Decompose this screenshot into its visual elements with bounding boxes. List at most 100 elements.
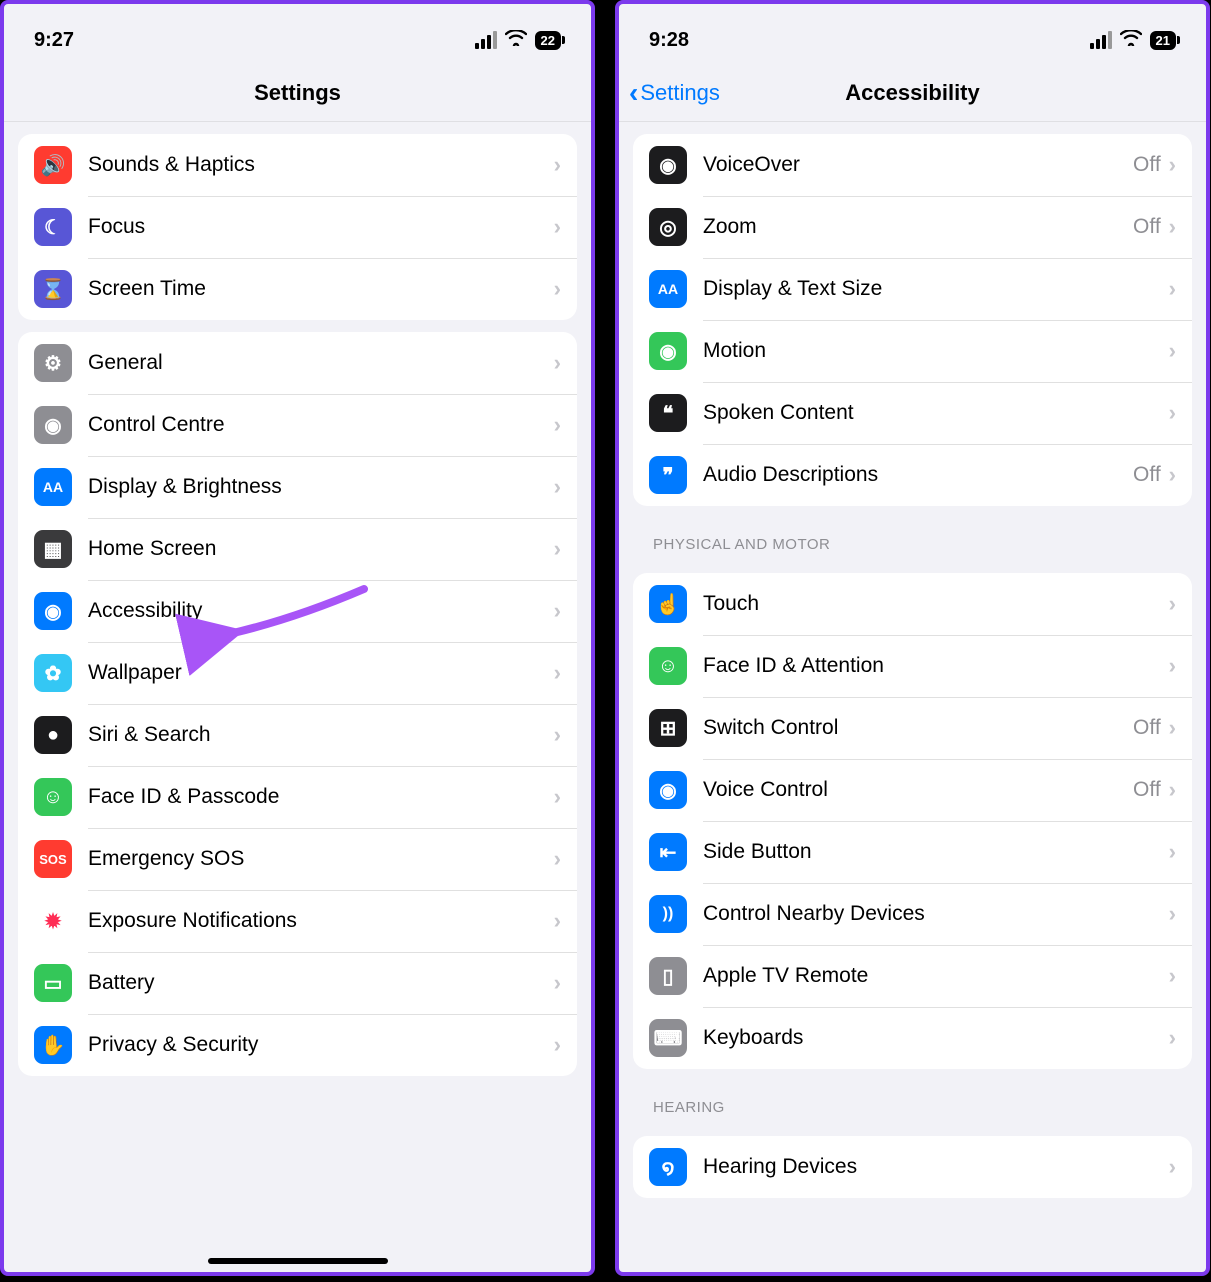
settings-row-home-screen[interactable]: ▦Home Screen›: [18, 518, 577, 580]
chevron-left-icon: ‹: [629, 79, 638, 107]
chevron-right-icon: ›: [554, 598, 561, 624]
siri-search-icon: ●: [34, 716, 72, 754]
row-label: Display & Brightness: [88, 475, 554, 499]
settings-row-screen-time[interactable]: ⌛ Screen Time›: [18, 258, 577, 320]
privacy-security-icon: ✋: [34, 1026, 72, 1064]
settings-row-general[interactable]: ⚙General›: [18, 332, 577, 394]
settings-row-switch-control[interactable]: ⊞Switch ControlOff›: [633, 697, 1192, 759]
settings-row-audio-descriptions[interactable]: ❞Audio DescriptionsOff›: [633, 444, 1192, 506]
touch-icon: ☝: [649, 585, 687, 623]
row-value: Off: [1133, 463, 1161, 487]
chevron-right-icon: ›: [554, 660, 561, 686]
accessibility-icon: ◉: [34, 592, 72, 630]
settings-row-control-nearby-devices[interactable]: ))Control Nearby Devices›: [633, 883, 1192, 945]
settings-row-emergency-sos[interactable]: SOSEmergency SOS›: [18, 828, 577, 890]
settings-row-zoom[interactable]: ◎ZoomOff›: [633, 196, 1192, 258]
settings-row-wallpaper[interactable]: ✿Wallpaper›: [18, 642, 577, 704]
chevron-right-icon: ›: [1169, 400, 1176, 426]
status-time: 9:28: [649, 29, 689, 52]
chevron-right-icon: ›: [1169, 214, 1176, 240]
row-label: Accessibility: [88, 599, 554, 623]
screen-time-icon: ⌛: [34, 270, 72, 308]
section-header: PHYSICAL AND MOTOR: [619, 518, 1206, 561]
voice-control-icon: ◉: [649, 771, 687, 809]
settings-row-accessibility[interactable]: ◉ Accessibility›: [18, 580, 577, 642]
row-label: Motion: [703, 339, 1169, 363]
row-value: Off: [1133, 153, 1161, 177]
settings-row-focus[interactable]: ☾Focus›: [18, 196, 577, 258]
row-label: Side Button: [703, 840, 1169, 864]
voiceover-icon: ◉: [649, 146, 687, 184]
audio-descriptions-icon: ❞: [649, 456, 687, 494]
row-label: General: [88, 351, 554, 375]
row-label: Spoken Content: [703, 401, 1169, 425]
apple-tv-remote-icon: ▯: [649, 957, 687, 995]
row-label: Touch: [703, 592, 1169, 616]
row-value: Off: [1133, 778, 1161, 802]
settings-group: 🔊Sounds & Haptics›☾Focus›⌛Screen Time›: [18, 134, 577, 320]
chevron-right-icon: ›: [554, 1032, 561, 1058]
face-id-attention-icon: ☺: [649, 647, 687, 685]
cellular-icon: [475, 31, 497, 49]
chevron-right-icon: ›: [1169, 591, 1176, 617]
settings-row-spoken-content[interactable]: ❝Spoken Content›: [633, 382, 1192, 444]
face-id-passcode-icon: ☺: [34, 778, 72, 816]
settings-row-sounds-haptics[interactable]: 🔊Sounds & Haptics›: [18, 134, 577, 196]
settings-row-face-id-attention[interactable]: ☺Face ID & Attention›: [633, 635, 1192, 697]
settings-row-face-id-passcode[interactable]: ☺Face ID & Passcode›: [18, 766, 577, 828]
wifi-icon: [505, 29, 527, 52]
chevron-right-icon: ›: [1169, 839, 1176, 865]
settings-row-display-text-size[interactable]: AADisplay & Text Size›: [633, 258, 1192, 320]
settings-row-voiceover[interactable]: ◉VoiceOverOff›: [633, 134, 1192, 196]
settings-group: ☝Touch›☺Face ID & Attention›⊞Switch Cont…: [633, 573, 1192, 1069]
chevron-right-icon: ›: [1169, 653, 1176, 679]
zoom-icon: ◎: [649, 208, 687, 246]
wifi-icon: [1120, 29, 1142, 52]
settings-row-touch[interactable]: ☝ Touch›: [633, 573, 1192, 635]
hearing-devices-icon: ໑: [649, 1148, 687, 1186]
settings-row-side-button[interactable]: ⇤Side Button›: [633, 821, 1192, 883]
chevron-right-icon: ›: [554, 276, 561, 302]
settings-row-voice-control[interactable]: ◉Voice ControlOff›: [633, 759, 1192, 821]
settings-row-apple-tv-remote[interactable]: ▯Apple TV Remote›: [633, 945, 1192, 1007]
row-label: Sounds & Haptics: [88, 153, 554, 177]
page-title: Accessibility: [845, 80, 980, 106]
chevron-right-icon: ›: [554, 970, 561, 996]
control-centre-icon: ◉: [34, 406, 72, 444]
chevron-right-icon: ›: [554, 412, 561, 438]
settings-row-motion[interactable]: ◉Motion›: [633, 320, 1192, 382]
nav-bar: Settings: [4, 64, 591, 122]
settings-row-battery[interactable]: ▭Battery›: [18, 952, 577, 1014]
settings-row-exposure-notifications[interactable]: ✹Exposure Notifications›: [18, 890, 577, 952]
row-label: Screen Time: [88, 277, 554, 301]
chevron-right-icon: ›: [1169, 338, 1176, 364]
section-header: HEARING: [619, 1081, 1206, 1124]
status-bar: 9:27 22: [4, 4, 591, 64]
display-brightness-icon: AA: [34, 468, 72, 506]
row-label: Privacy & Security: [88, 1033, 554, 1057]
keyboards-icon: ⌨: [649, 1019, 687, 1057]
back-label: Settings: [640, 80, 720, 106]
settings-row-control-centre[interactable]: ◉Control Centre›: [18, 394, 577, 456]
chevron-right-icon: ›: [554, 784, 561, 810]
page-title: Settings: [254, 80, 341, 106]
battery-icon: ▭: [34, 964, 72, 1002]
settings-row-privacy-security[interactable]: ✋ Privacy & Security›: [18, 1014, 577, 1076]
row-value: Off: [1133, 716, 1161, 740]
status-time: 9:27: [34, 29, 74, 52]
chevron-right-icon: ›: [1169, 901, 1176, 927]
settings-row-display-brightness[interactable]: AADisplay & Brightness›: [18, 456, 577, 518]
chevron-right-icon: ›: [554, 350, 561, 376]
row-label: Hearing Devices: [703, 1155, 1169, 1179]
settings-row-hearing-devices[interactable]: ໑Hearing Devices›: [633, 1136, 1192, 1198]
home-indicator[interactable]: [208, 1258, 388, 1264]
settings-group: ⚙General›◉Control Centre› AA Display & Bri…: [18, 332, 577, 1076]
row-label: Display & Text Size: [703, 277, 1169, 301]
row-label: Switch Control: [703, 716, 1133, 740]
settings-row-keyboards[interactable]: ⌨Keyboards›: [633, 1007, 1192, 1069]
chevron-right-icon: ›: [554, 536, 561, 562]
chevron-right-icon: ›: [554, 152, 561, 178]
chevron-right-icon: ›: [554, 214, 561, 240]
settings-row-siri-search[interactable]: ●Siri & Search›: [18, 704, 577, 766]
back-button[interactable]: ‹ Settings: [629, 79, 720, 107]
